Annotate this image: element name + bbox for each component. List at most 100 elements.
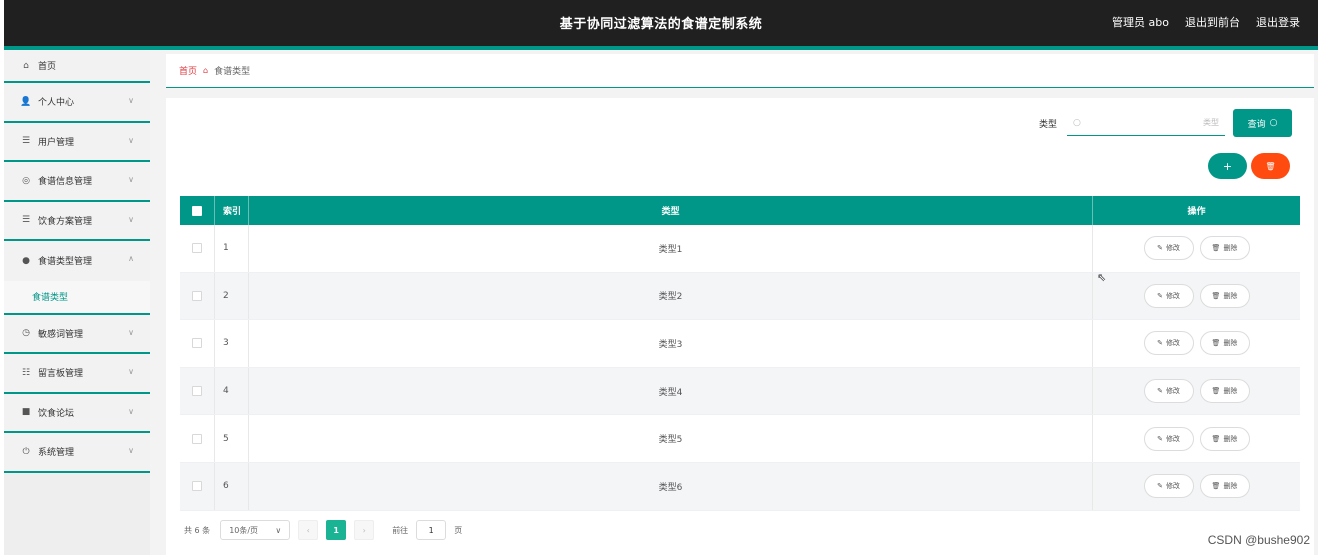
- row-index: 3: [215, 320, 249, 367]
- edit-label: 修改: [1165, 434, 1180, 443]
- table-row: 2 类型2 ✎ 修改 🗑 删除: [180, 272, 1300, 321]
- query-button[interactable]: 查询 ○: [1233, 109, 1292, 137]
- row-operations: ✎ 修改 🗑 删除: [1093, 225, 1300, 272]
- row-checkbox-cell: [180, 320, 215, 367]
- total-count: 共 6 条: [184, 525, 211, 535]
- sidebar-item-label: 食谱信息管理: [38, 177, 93, 188]
- watermark: CSDN @bushe902: [1207, 533, 1310, 547]
- edit-button[interactable]: ✎ 修改: [1143, 236, 1194, 261]
- trash-icon: 🗑: [1211, 291, 1221, 300]
- chevron-down-icon: ∨: [128, 367, 134, 376]
- delete-button[interactable]: 🗑 删除: [1199, 379, 1250, 404]
- row-operations: ✎ 修改 🗑 删除: [1093, 368, 1300, 415]
- row-checkbox-cell: [180, 225, 215, 272]
- search-placeholder: 类型: [1203, 118, 1219, 127]
- main-area: 首页 ⌂ 食谱类型 类型 ○ 类型 查询 ○ + 🗑 索引 类型 操作 1 类型…: [150, 50, 1318, 555]
- chevron-down-icon: ∨: [128, 135, 134, 145]
- admin-user-label: 管理员 abo: [1112, 16, 1169, 29]
- chevron-down-icon: ∨: [128, 327, 134, 337]
- header-type: 类型: [249, 196, 1093, 225]
- trash-icon: 🗑: [1265, 161, 1276, 171]
- row-type: 类型2: [249, 272, 1093, 320]
- row-checkbox-cell: [180, 272, 215, 320]
- delete-label: 删除: [1223, 339, 1238, 348]
- row-type: 类型1: [249, 225, 1093, 272]
- row-checkbox[interactable]: [192, 290, 202, 301]
- delete-label: 删除: [1223, 434, 1238, 443]
- goto-page-input[interactable]: 1: [416, 520, 447, 540]
- search-bar: 类型 ○ 类型 查询 ○: [1039, 109, 1292, 137]
- row-checkbox-cell: [180, 462, 215, 510]
- row-index: 5: [215, 415, 249, 462]
- breadcrumb-home[interactable]: 首页: [179, 64, 197, 77]
- edit-button[interactable]: ✎ 修改: [1143, 331, 1194, 356]
- page-number-current[interactable]: 1: [326, 520, 347, 540]
- type-search-input[interactable]: ○ 类型: [1067, 110, 1225, 136]
- row-checkbox[interactable]: [192, 481, 202, 492]
- row-checkbox[interactable]: [192, 243, 202, 254]
- row-checkbox[interactable]: [192, 338, 202, 349]
- sidebar-item-label: 个人中心: [38, 98, 75, 109]
- edit-label: 修改: [1165, 482, 1180, 491]
- sidebar-item-recipe-info[interactable]: ◎ 食谱信息管理 ∨: [4, 162, 150, 202]
- delete-button[interactable]: 🗑 删除: [1199, 236, 1250, 261]
- delete-button[interactable]: 🗑 删除: [1199, 331, 1250, 356]
- chevron-down-icon: ∨: [128, 214, 134, 224]
- sidebar-item-user-management[interactable]: ☰ 用户管理 ∨: [4, 122, 150, 162]
- chevron-down-icon: ∨: [275, 525, 282, 535]
- edit-button[interactable]: ✎ 修改: [1143, 379, 1194, 404]
- logout-link[interactable]: 退出登录: [1256, 14, 1300, 30]
- chat-icon: ■: [21, 407, 31, 418]
- edit-button[interactable]: ✎ 修改: [1143, 474, 1194, 499]
- delete-button[interactable]: 🗑 删除: [1199, 283, 1250, 308]
- row-operations: ✎ 修改 🗑 删除: [1093, 273, 1300, 320]
- edit-icon: ✎: [1157, 482, 1163, 491]
- edit-button[interactable]: ✎ 修改: [1143, 283, 1194, 308]
- row-checkbox[interactable]: [192, 433, 202, 444]
- delete-button[interactable]: 🗑 删除: [1199, 426, 1250, 451]
- header-checkbox-cell: [180, 196, 215, 225]
- sidebar-item-sensitive-words[interactable]: ◷ 敏感词管理 ∨: [4, 314, 150, 354]
- sidebar-subitem-recipe-type[interactable]: 食谱类型: [4, 280, 150, 315]
- chevron-up-icon: ∧: [128, 254, 134, 263]
- sidebar-item-diet-plan[interactable]: ☰ 饮食方案管理 ∨: [4, 201, 150, 241]
- table-row: 5 类型5 ✎ 修改 🗑 删除: [180, 415, 1300, 463]
- row-checkbox[interactable]: [192, 386, 202, 397]
- chevron-down-icon: ∨: [128, 96, 134, 105]
- sidebar-item-label: 留言板管理: [38, 369, 84, 380]
- table-actions: + 🗑: [1208, 153, 1290, 179]
- table-row: 3 类型3 ✎ 修改 🗑 删除: [180, 320, 1300, 368]
- edit-icon: ✎: [1157, 291, 1163, 300]
- delete-button[interactable]: 🗑 删除: [1199, 474, 1250, 499]
- select-all-checkbox[interactable]: [192, 205, 202, 216]
- mouse-cursor-icon: ⇖: [1097, 271, 1107, 284]
- prev-page-button[interactable]: ‹: [298, 520, 319, 540]
- sidebar-item-recipe-type-management[interactable]: ● 食谱类型管理 ∧: [4, 241, 150, 281]
- sidebar-item-diet-forum[interactable]: ■ 饮食论坛 ∨: [4, 393, 150, 433]
- add-button[interactable]: +: [1208, 153, 1247, 179]
- delete-label: 删除: [1223, 291, 1238, 300]
- sidebar-item-personal-center[interactable]: 👤 个人中心 ∨: [4, 83, 150, 123]
- exit-to-front-link[interactable]: 退出到前台: [1185, 14, 1240, 30]
- batch-delete-button[interactable]: 🗑: [1251, 153, 1290, 179]
- row-type: 类型5: [249, 415, 1093, 462]
- row-operations: ✎ 修改 🗑 删除: [1093, 320, 1300, 367]
- sidebar-item-message-board[interactable]: ☷ 留言板管理 ∨: [4, 354, 150, 394]
- clock-icon: ◷: [22, 328, 30, 339]
- row-operations: ✎ 修改 🗑 删除: [1093, 463, 1300, 510]
- sidebar-item-home[interactable]: ⌂ 首页: [4, 50, 150, 83]
- sidebar-item-system-management[interactable]: ⏻ 系统管理 ∨: [4, 433, 150, 473]
- edit-button[interactable]: ✎ 修改: [1143, 426, 1194, 451]
- row-index: 4: [215, 367, 249, 415]
- power-icon: ⏻: [22, 446, 30, 457]
- delete-label: 删除: [1223, 244, 1238, 253]
- next-page-button[interactable]: ›: [354, 520, 375, 540]
- recipe-type-table: 索引 类型 操作 1 类型1 ✎ 修改 🗑 删除 2 类型2 ✎ 修改 🗑 删除 3 类型3 ✎ 修改 🗑 删除 4…: [180, 196, 1300, 511]
- trash-icon: 🗑: [1211, 387, 1221, 396]
- content-panel: 类型 ○ 类型 查询 ○ + 🗑 索引 类型 操作 1 类型1 ✎ 修改 🗑 删…: [166, 98, 1314, 555]
- edit-label: 修改: [1165, 291, 1180, 300]
- row-index: 6: [215, 462, 249, 510]
- sidebar-item-label: 首页: [38, 62, 57, 72]
- sliders-icon: ☷: [21, 367, 31, 378]
- page-size-select[interactable]: 10条/页 ∨: [220, 520, 291, 540]
